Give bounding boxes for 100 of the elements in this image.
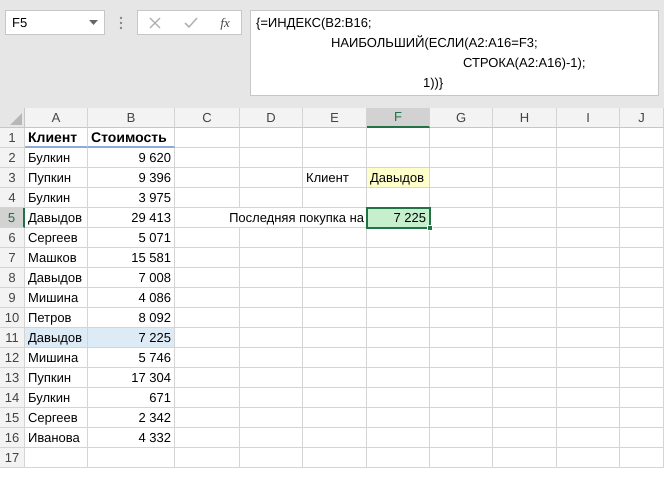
formula-field[interactable]: {=ИНДЕКС(B2:B16; НАИБОЛЬШИЙ(ЕСЛИ(A2:A16=F3; СТРОКА(A2:A16)-1); 1))} xyxy=(250,10,659,96)
table-cell xyxy=(240,428,303,448)
row-header[interactable]: 3 xyxy=(0,168,25,188)
table-cell: Пупкин xyxy=(25,168,88,188)
insert-function-button[interactable]: fx xyxy=(220,12,230,32)
column-header[interactable]: B xyxy=(88,108,175,128)
row-header[interactable]: 10 xyxy=(0,308,25,328)
table-cell xyxy=(175,308,240,328)
table-cell xyxy=(367,128,430,148)
row-header[interactable]: 4 xyxy=(0,188,25,208)
table-cell xyxy=(430,208,493,228)
row-header[interactable]: 8 xyxy=(0,268,25,288)
table-cell xyxy=(240,148,303,168)
formula-line: СТРОКА(A2:A16)-1); xyxy=(462,54,586,72)
row-header[interactable]: 9 xyxy=(0,288,25,308)
table-cell xyxy=(557,228,620,248)
table-cell: Петров xyxy=(25,308,88,328)
column-header[interactable]: E xyxy=(303,108,367,128)
table-cell xyxy=(493,368,557,388)
active-cell[interactable]: 7 225 xyxy=(367,208,430,228)
table-cell xyxy=(620,308,664,328)
table-cell xyxy=(620,188,664,208)
table-cell: Мишина xyxy=(25,348,88,368)
table-cell: Сергеев xyxy=(25,408,88,428)
table-cell xyxy=(240,408,303,428)
table-cell xyxy=(557,348,620,368)
row-header[interactable]: 12 xyxy=(0,348,25,368)
table-cell xyxy=(557,188,620,208)
table-cell xyxy=(303,308,367,328)
table-header-cell: Стоимость xyxy=(88,128,175,148)
table-cell xyxy=(175,168,240,188)
table-cell xyxy=(175,368,240,388)
table-cell xyxy=(175,388,240,408)
row-header[interactable]: 14 xyxy=(0,388,25,408)
row-header[interactable]: 13 xyxy=(0,368,25,388)
table-cell: 29 413 xyxy=(88,208,175,228)
table-cell: Мишина xyxy=(25,288,88,308)
table-cell xyxy=(430,168,493,188)
table-cell: Булкин xyxy=(25,148,88,168)
table-cell xyxy=(303,148,367,168)
table-cell xyxy=(240,188,303,208)
table-cell xyxy=(367,448,430,468)
row-header[interactable]: 6 xyxy=(0,228,25,248)
table-cell xyxy=(367,248,430,268)
table-header-cell: Клиент xyxy=(25,128,88,148)
table-cell xyxy=(303,288,367,308)
table-cell xyxy=(367,368,430,388)
table-cell: 7 008 xyxy=(88,268,175,288)
table-cell xyxy=(557,288,620,308)
row-header[interactable]: 16 xyxy=(0,428,25,448)
name-box[interactable]: F5 xyxy=(5,10,105,35)
table-cell xyxy=(620,288,664,308)
table-cell: Булкин xyxy=(25,388,88,408)
row-header[interactable]: 11 xyxy=(0,328,25,348)
table-cell: 5 071 xyxy=(88,228,175,248)
table-cell xyxy=(493,428,557,448)
row-header[interactable]: 1 xyxy=(0,128,25,148)
drag-handle-icon xyxy=(119,16,123,30)
table-cell xyxy=(493,148,557,168)
table-cell xyxy=(367,188,430,208)
table-cell: 2 342 xyxy=(88,408,175,428)
row-header[interactable]: 17 xyxy=(0,448,25,468)
column-header[interactable]: G xyxy=(430,108,493,128)
table-cell: Машков xyxy=(25,248,88,268)
table-cell xyxy=(240,348,303,368)
column-header[interactable]: D xyxy=(240,108,303,128)
table-cell xyxy=(493,308,557,328)
table-cell xyxy=(303,128,367,148)
table-cell: 5 746 xyxy=(88,348,175,368)
row-header[interactable]: 5 xyxy=(0,208,25,228)
check-icon[interactable] xyxy=(184,16,198,28)
table-cell: Пупкин xyxy=(25,368,88,388)
table-cell xyxy=(557,448,620,468)
column-header[interactable]: H xyxy=(493,108,557,128)
row-header[interactable]: 15 xyxy=(0,408,25,428)
table-cell xyxy=(620,428,664,448)
table-cell xyxy=(493,208,557,228)
row-header[interactable]: 7 xyxy=(0,248,25,268)
input-cell[interactable]: Давыдов xyxy=(367,168,430,188)
row-header[interactable]: 2 xyxy=(0,148,25,168)
table-cell xyxy=(620,328,664,348)
table-cell xyxy=(240,448,303,468)
column-header[interactable]: C xyxy=(175,108,240,128)
table-cell xyxy=(430,268,493,288)
dropdown-caret-icon xyxy=(89,20,98,25)
column-header[interactable]: A xyxy=(25,108,88,128)
table-cell xyxy=(557,128,620,148)
table-cell xyxy=(557,368,620,388)
column-header[interactable]: J xyxy=(620,108,664,128)
table-cell xyxy=(175,148,240,168)
table-cell xyxy=(493,328,557,348)
cancel-icon[interactable] xyxy=(149,16,162,28)
column-header[interactable]: F xyxy=(367,108,430,128)
table-cell xyxy=(240,328,303,348)
table-cell: 4 086 xyxy=(88,288,175,308)
fill-handle[interactable] xyxy=(427,225,433,231)
column-header[interactable]: I xyxy=(557,108,620,128)
table-cell xyxy=(430,408,493,428)
table-cell xyxy=(175,228,240,248)
table-cell: 3 975 xyxy=(88,188,175,208)
